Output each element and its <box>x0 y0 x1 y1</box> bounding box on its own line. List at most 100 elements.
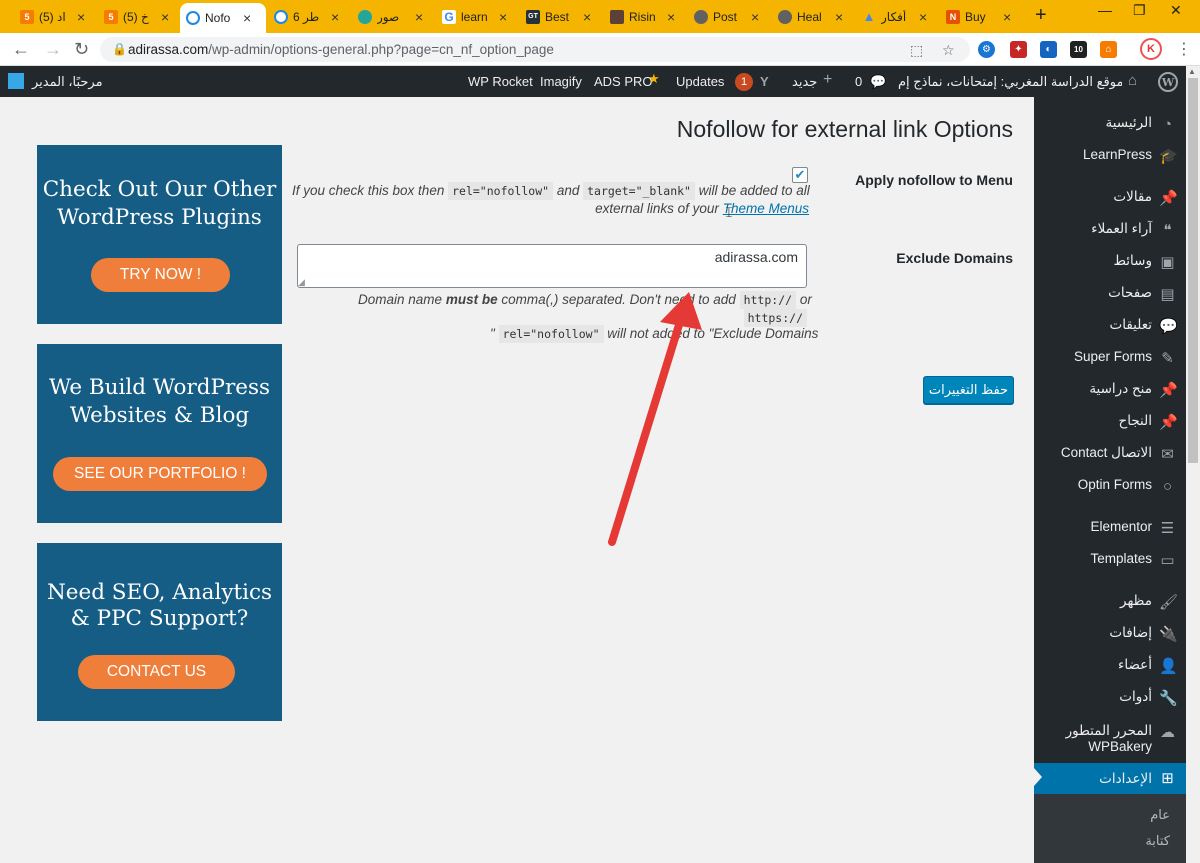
browser-tab[interactable]: 6 طر × <box>268 3 345 30</box>
extension-icon[interactable]: ⚙ <box>978 41 995 58</box>
extension-icon[interactable]: 10 <box>1070 41 1087 58</box>
wp-rocket-link[interactable]: WP Rocket <box>468 74 533 89</box>
browser-tab[interactable]: 5 (5) اد × <box>14 3 91 30</box>
comments-icon[interactable]: 💬 <box>870 74 886 90</box>
menu-item-users[interactable]: 👤 أعضاء <box>1034 651 1186 681</box>
home-icon[interactable]: ⌂ <box>1128 72 1137 89</box>
browser-tab-active[interactable]: Nofo × <box>180 3 266 33</box>
menu-item-comments[interactable]: 💬 تعليقات <box>1034 311 1186 341</box>
cloud-icon: ☁ <box>1160 724 1175 741</box>
browser-tab[interactable]: Risin × <box>604 3 681 30</box>
menu-item-appearance[interactable]: 🖌 مظهر <box>1034 587 1186 617</box>
extension-icon[interactable]: ✦ <box>1010 41 1027 58</box>
menu-item-posts[interactable]: 📌 مقالات <box>1034 183 1186 213</box>
close-window-icon[interactable]: ✕ <box>1170 2 1182 19</box>
menu-item-elementor[interactable]: ☰ Elementor <box>1034 513 1186 543</box>
tab-close-icon[interactable]: × <box>415 9 423 25</box>
yoast-icon[interactable]: Y <box>760 74 769 89</box>
user-greeting[interactable]: مرحبًا، المدير <box>32 74 103 90</box>
url-text: adirassa.com/wp-admin/options-general.ph… <box>128 42 554 57</box>
tab-close-icon[interactable]: × <box>919 9 927 25</box>
bookmark-star-icon[interactable]: ☆ <box>942 42 955 59</box>
browser-tab[interactable]: ▲ أفكار × <box>856 3 933 30</box>
folder-icon: ▭ <box>1160 552 1175 569</box>
browser-tab[interactable]: 5 (5) خ × <box>98 3 175 30</box>
tab-close-icon[interactable]: × <box>835 9 843 25</box>
plus-icon[interactable]: + <box>823 71 832 89</box>
tab-close-icon[interactable]: × <box>499 9 507 25</box>
tab-title: أفكار <box>881 9 907 24</box>
see-portfolio-button[interactable]: SEE OUR PORTFOLIO ! <box>53 457 267 491</box>
restore-icon[interactable]: ❐ <box>1133 2 1146 19</box>
menu-item-contact[interactable]: ✉ Contact الاتصال <box>1034 439 1186 469</box>
new-tab-icon[interactable]: + <box>1035 4 1047 27</box>
menu-item-scholarships[interactable]: 📌 منح دراسية <box>1034 375 1186 405</box>
menu-item-settings[interactable]: ⊞ الإعدادات <box>1034 763 1186 795</box>
tab-close-icon[interactable]: × <box>751 9 759 25</box>
tab-close-icon[interactable]: × <box>667 9 675 25</box>
extension-icon[interactable]: ◐ <box>1040 41 1057 58</box>
menu-item-wpbakery[interactable]: ☁ المحرر المتطور WPBakery <box>1034 717 1186 757</box>
back-icon[interactable]: ← <box>12 39 30 60</box>
tab-favicon-icon <box>610 9 624 24</box>
translate-icon[interactable]: ⬚ <box>910 42 923 59</box>
menu-item-dashboard[interactable]: ◔ الرئيسية <box>1034 109 1186 139</box>
tab-favicon-icon: GT <box>526 9 540 24</box>
resize-handle-icon[interactable]: ◢ <box>298 277 308 287</box>
menu-item-success[interactable]: 📌 النجاح <box>1034 407 1186 437</box>
new-content-link[interactable]: جديد <box>792 74 817 90</box>
browser-tab[interactable]: Post × <box>688 3 765 30</box>
tab-close-icon[interactable]: × <box>583 9 591 25</box>
menu-item-media[interactable]: ▣ وسائط <box>1034 247 1186 277</box>
menu-item-templates[interactable]: ▭ Templates <box>1034 545 1186 575</box>
profile-avatar[interactable]: K <box>1140 38 1162 60</box>
imagify-link[interactable]: Imagify <box>540 74 582 89</box>
address-bar[interactable]: 🔒 adirassa.com/wp-admin/options-general.… <box>100 37 970 62</box>
exclude-domains-textarea[interactable]: adirassa.com <box>297 244 807 288</box>
try-now-button[interactable]: TRY NOW ! <box>91 258 230 292</box>
reload-icon[interactable]: ↻ <box>74 39 89 60</box>
tab-title: Post <box>713 9 738 24</box>
theme-menus-link[interactable]: Theme Menus <box>723 201 809 216</box>
forward-icon[interactable]: → <box>44 39 62 60</box>
wordpress-logo-icon[interactable]: W <box>1158 72 1178 92</box>
scrollbar-thumb[interactable] <box>1188 78 1198 463</box>
tab-favicon-icon <box>274 9 288 24</box>
browser-tab[interactable]: صور × <box>352 3 429 30</box>
minimize-icon[interactable]: — <box>1098 2 1112 18</box>
tab-favicon-icon <box>358 9 372 24</box>
site-name-link[interactable]: موقع الدراسة المغربي: إمتحانات، نماذج إم… <box>898 74 1122 90</box>
submenu-item-writing[interactable]: كتابة <box>1145 833 1170 849</box>
menu-item-optin-forms[interactable]: ○ Optin Forms <box>1034 471 1186 501</box>
tab-close-icon[interactable]: × <box>243 10 251 26</box>
pages-icon: ▤ <box>1160 286 1175 303</box>
tab-close-icon[interactable]: × <box>77 9 85 25</box>
user-avatar[interactable] <box>8 73 24 89</box>
tab-close-icon[interactable]: × <box>331 9 339 25</box>
apply-nofollow-description-line2: external links of your Theme Menus <box>595 201 809 216</box>
forms-icon: ✎ <box>1161 350 1174 367</box>
contact-us-button[interactable]: CONTACT US <box>78 655 235 689</box>
ads-pro-link[interactable]: ADS PRO <box>594 74 653 89</box>
menu-item-plugins[interactable]: 🔌 إضافات <box>1034 619 1186 649</box>
tab-close-icon[interactable]: × <box>161 9 169 25</box>
updates-badge[interactable]: 1 <box>735 73 753 91</box>
updates-link[interactable]: Updates <box>676 74 724 89</box>
extension-icon[interactable]: ⌂ <box>1100 41 1117 58</box>
browser-tab[interactable]: N Buy × <box>940 3 1017 30</box>
browser-tab[interactable]: Heal × <box>772 3 849 30</box>
menu-item-super-forms[interactable]: ✎ Super Forms <box>1034 343 1186 373</box>
save-changes-button[interactable]: حفظ التغييرات <box>923 376 1014 404</box>
menu-item-learnpress[interactable]: 🎓 LearnPress <box>1034 141 1186 171</box>
comments-count[interactable]: 0 <box>855 74 862 89</box>
tab-close-icon[interactable]: × <box>1003 9 1011 25</box>
menu-item-testimonials[interactable]: ❝ آراء العملاء <box>1034 215 1186 245</box>
browser-menu-icon[interactable]: ⋮ <box>1176 39 1192 59</box>
browser-tab[interactable]: GT Best × <box>520 3 597 30</box>
menu-item-pages[interactable]: ▤ صفحات <box>1034 279 1186 309</box>
menu-item-tools[interactable]: 🔧 أدوات <box>1034 683 1186 713</box>
submenu-item-general[interactable]: عام <box>1150 807 1170 823</box>
apply-nofollow-checkbox[interactable]: ✔ <box>792 167 808 183</box>
browser-tab[interactable]: G learn × <box>436 3 513 30</box>
scroll-up-icon[interactable]: ▲ <box>1188 67 1196 76</box>
